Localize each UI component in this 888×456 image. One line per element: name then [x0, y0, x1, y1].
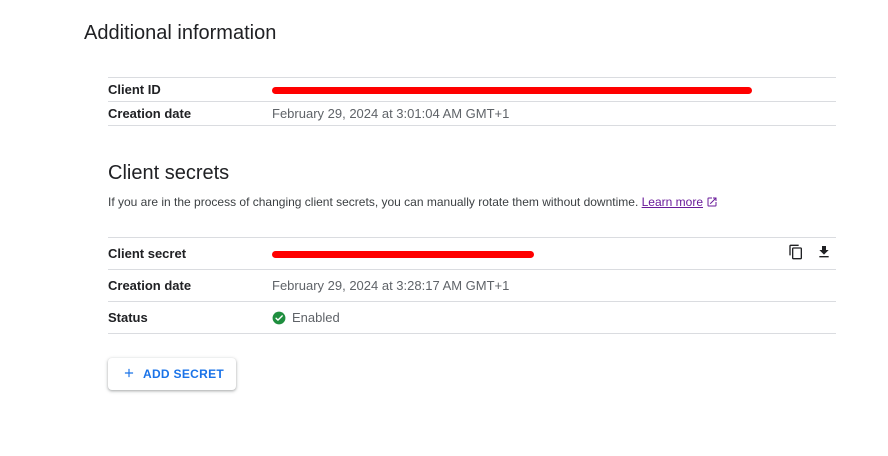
learn-more-label: Learn more — [641, 195, 703, 209]
add-secret-button[interactable]: ADD SECRET — [108, 358, 237, 390]
redaction-mark — [272, 86, 752, 94]
client-secrets-table: Client secret Creation date February 29,… — [108, 237, 836, 334]
table-row-status: Status Enabled — [108, 301, 836, 334]
client-id-value — [272, 78, 836, 101]
external-link-icon[interactable] — [706, 196, 718, 212]
description-text: If you are in the process of changing cl… — [108, 195, 639, 209]
table-row-secret-creation-date: Creation date February 29, 2024 at 3:28:… — [108, 269, 836, 301]
creation-date-value: February 29, 2024 at 3:01:04 AM GMT+1 — [272, 106, 510, 121]
table-row-creation-date: Creation date February 29, 2024 at 3:01:… — [108, 101, 836, 126]
row-label-status: Status — [108, 310, 148, 325]
table-row-client-secret: Client secret — [108, 237, 836, 269]
section-title-additional-information: Additional information — [84, 22, 277, 44]
row-label-client-id: Client ID — [108, 82, 161, 97]
learn-more-link[interactable]: Learn more — [642, 195, 703, 209]
client-secret-value — [272, 238, 836, 269]
download-icon[interactable] — [814, 242, 834, 262]
plus-icon — [122, 366, 136, 383]
status-text: Enabled — [292, 310, 340, 325]
redacted-client-id — [272, 83, 752, 97]
redaction-mark — [272, 250, 534, 258]
row-label-client-secret: Client secret — [108, 246, 187, 261]
check-circle-icon — [272, 311, 286, 325]
secret-actions — [786, 242, 834, 262]
add-secret-label: ADD SECRET — [143, 367, 225, 381]
section-title-client-secrets: Client secrets — [108, 162, 230, 184]
status-value: Enabled — [272, 302, 836, 333]
copy-icon[interactable] — [786, 242, 806, 262]
row-label-creation-date: Creation date — [108, 106, 192, 121]
table-row-client-id: Client ID — [108, 77, 836, 101]
secret-creation-date-value: February 29, 2024 at 3:28:17 AM GMT+1 — [272, 278, 510, 293]
client-secrets-description: If you are in the process of changing cl… — [108, 194, 718, 212]
additional-info-table: Client ID Creation date February 29, 202… — [108, 77, 836, 126]
client-details-page: Additional information Client ID Creatio… — [0, 0, 888, 456]
redacted-client-secret — [272, 247, 534, 261]
row-label-creation-date: Creation date — [108, 278, 192, 293]
